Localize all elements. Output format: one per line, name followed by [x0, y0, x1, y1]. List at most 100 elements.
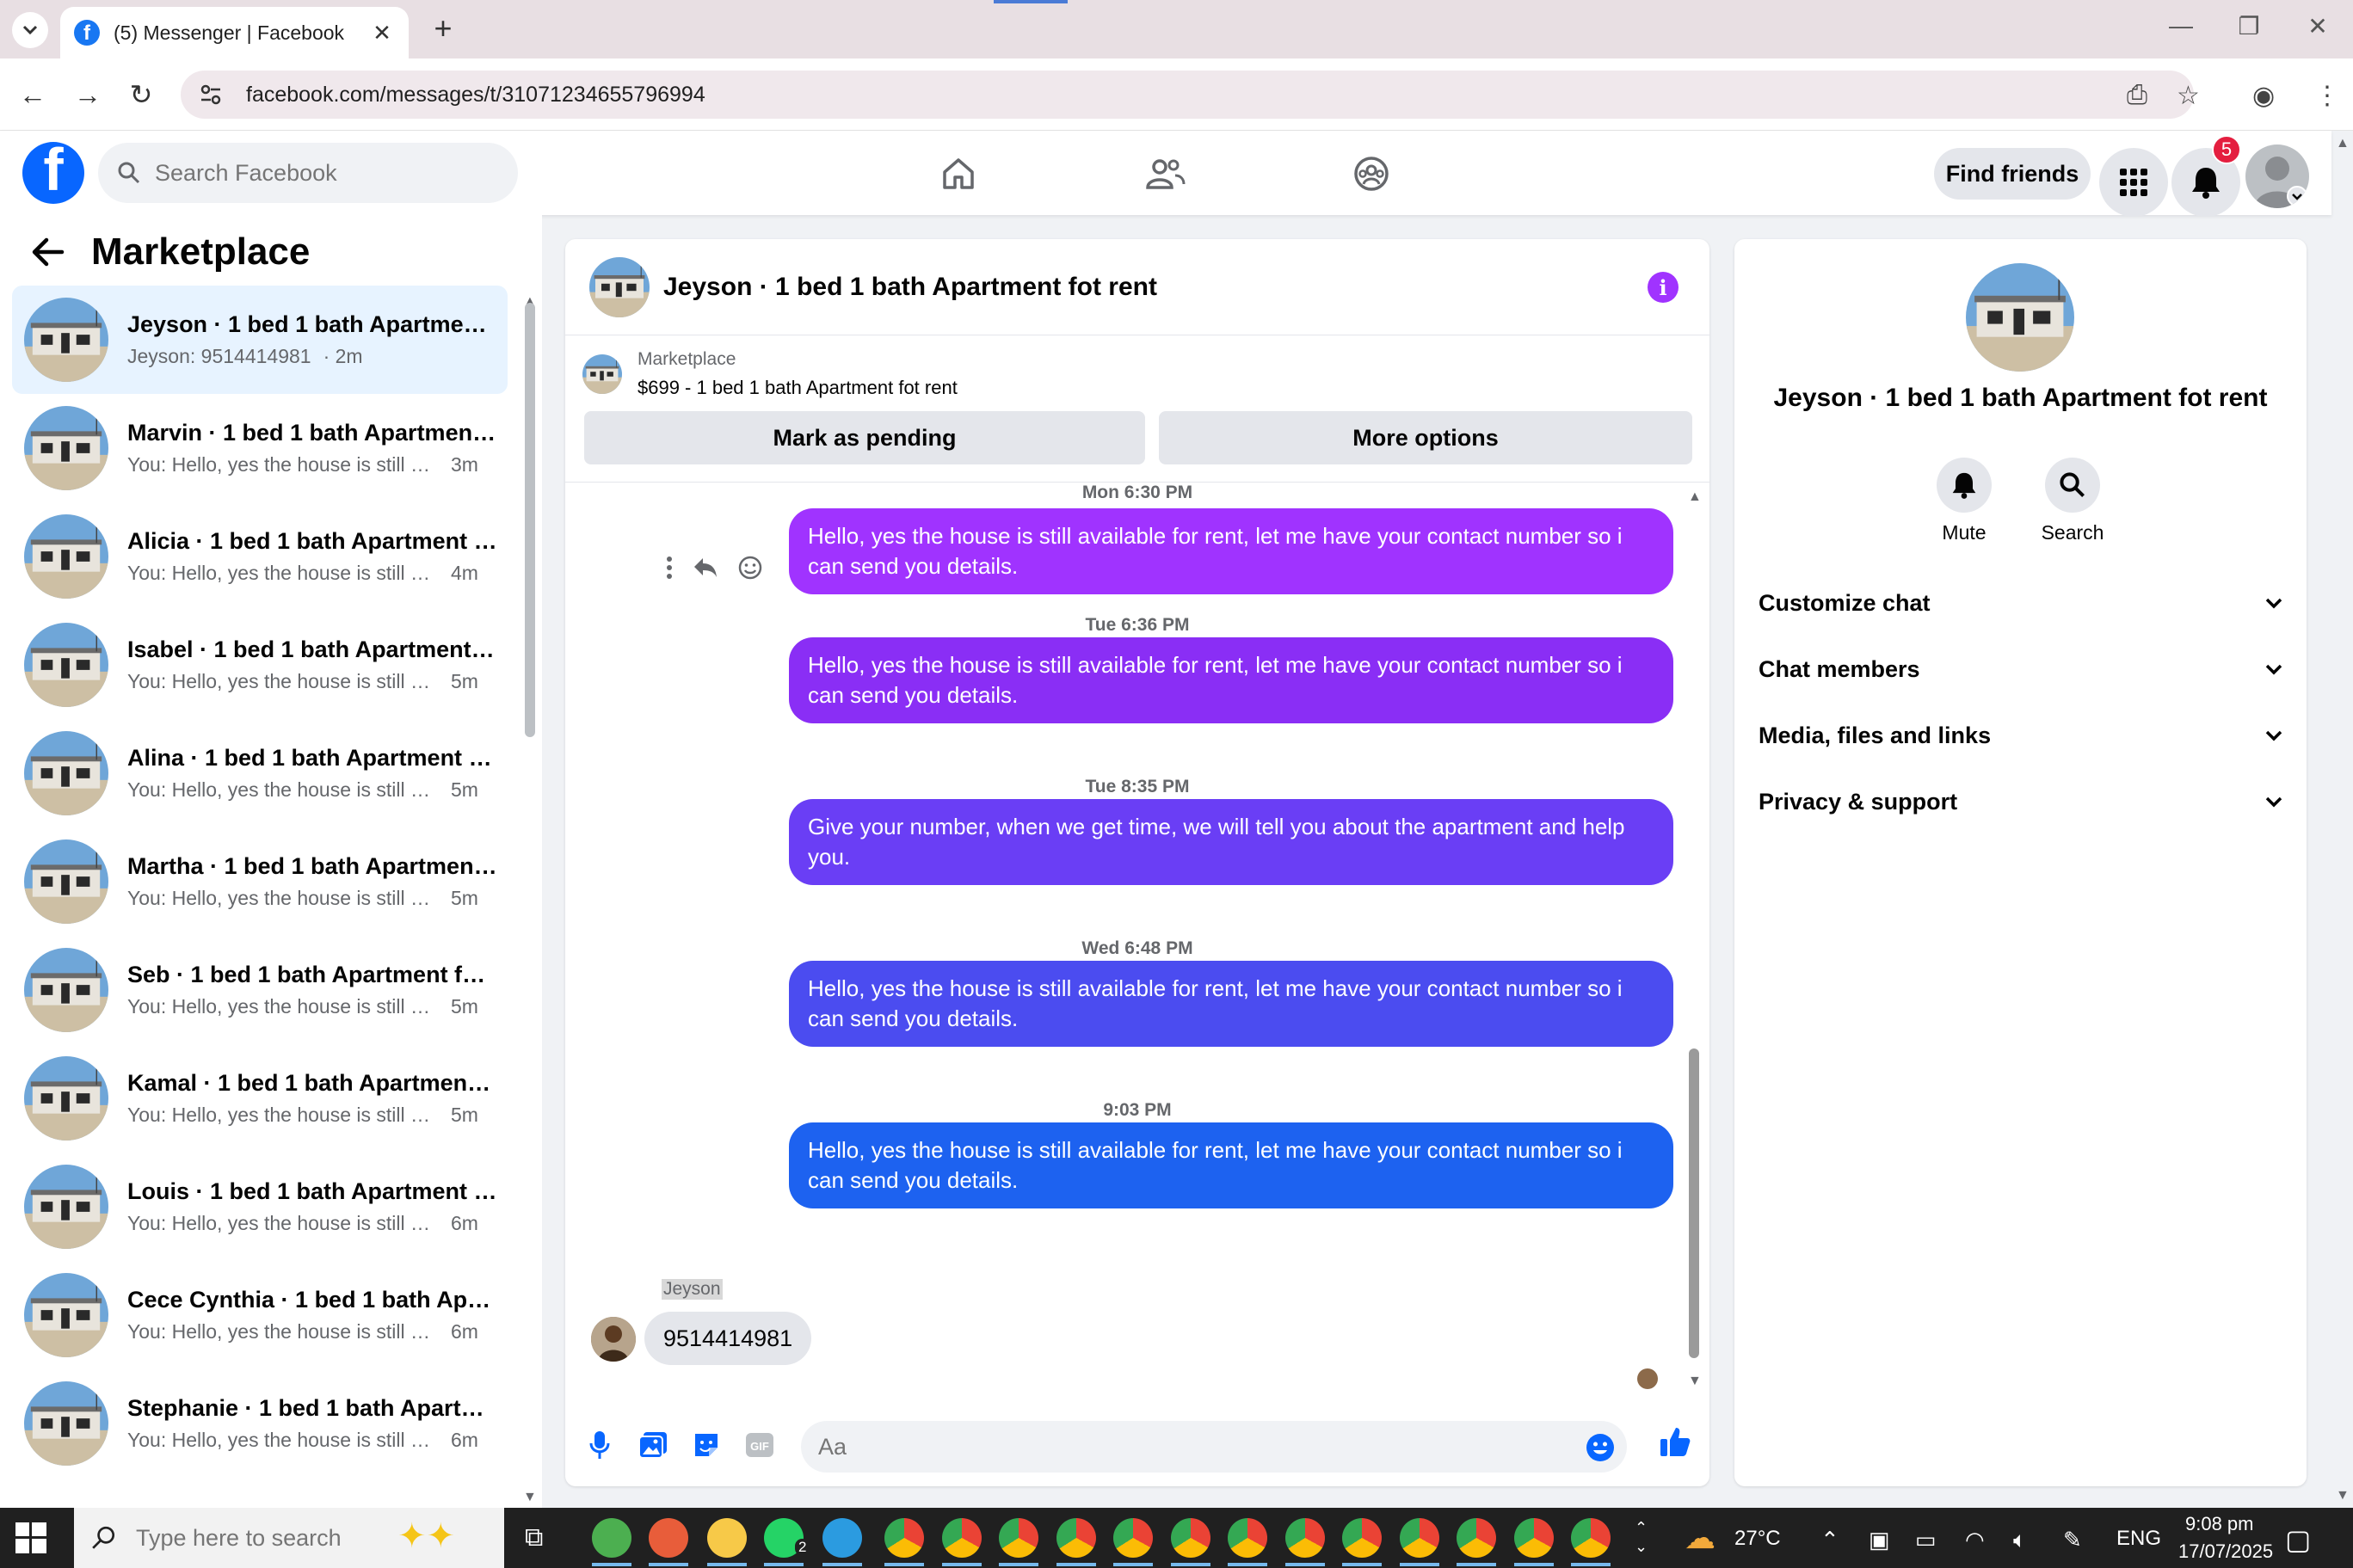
chrome-profile-icon[interactable] [1113, 1518, 1153, 1558]
groups-icon[interactable] [1347, 150, 1395, 198]
thread-scroll-down-icon[interactable]: ▼ [1688, 1374, 1702, 1389]
battery-icon[interactable]: ▭ [1915, 1527, 1937, 1553]
outgoing-message[interactable]: Hello, yes the house is still available … [789, 637, 1673, 723]
browser-menu-icon[interactable]: ⋮ [2314, 81, 2340, 111]
close-tab-icon[interactable]: ✕ [369, 20, 395, 46]
windows-start-icon[interactable] [15, 1522, 46, 1558]
notification-center-icon[interactable]: ▢ [2285, 1523, 2311, 1556]
incoming-message[interactable]: 9514414981 [644, 1312, 812, 1365]
conversation-item[interactable]: Alicia · 1 bed 1 bath Apartment fot rent… [12, 502, 508, 611]
clock-date[interactable]: 17/07/2025 [2178, 1540, 2273, 1563]
meet-now-icon[interactable]: ▣ [1869, 1527, 1890, 1553]
search-action[interactable]: Search [2025, 458, 2120, 544]
listing-banner[interactable]: Marketplace $699 - 1 bed 1 bath Apartmen… [582, 349, 958, 399]
bookmark-star-icon[interactable]: ☆ [2177, 81, 2200, 111]
forward-icon[interactable]: → [69, 76, 107, 114]
chrome-profile-icon[interactable] [1513, 1518, 1554, 1558]
outgoing-message[interactable]: Hello, yes the house is still available … [789, 961, 1673, 1047]
taskbar-overflow-icon[interactable]: ⌃ ⌄ [1635, 1518, 1648, 1556]
chrome-profile-icon[interactable] [941, 1518, 982, 1558]
taskbar-search-input[interactable] [136, 1524, 394, 1552]
photo-icon[interactable] [636, 1428, 670, 1462]
thread-scrollbar[interactable] [1689, 1048, 1699, 1358]
like-thumb-icon[interactable] [1658, 1424, 1692, 1459]
media-files-links-section[interactable]: Media, files and links [1759, 710, 2283, 761]
wifi-icon[interactable]: ◠ [1965, 1527, 1985, 1553]
chat-title[interactable]: Jeyson · 1 bed 1 bath Apartment fot rent [663, 273, 1157, 302]
file-explorer-icon[interactable] [707, 1518, 747, 1558]
conversation-item[interactable]: Marvin · 1 bed 1 bath Apartment fot rent… [12, 394, 508, 502]
weather-temperature[interactable]: 27°C [1734, 1527, 1781, 1551]
conversation-item[interactable]: Cece Cynthia · 1 bed 1 bath Apartment fo… [12, 1261, 508, 1369]
outgoing-message[interactable]: Hello, yes the house is still available … [789, 1122, 1673, 1208]
chat-avatar[interactable] [589, 256, 650, 317]
chrome-profile-icon[interactable] [1399, 1518, 1439, 1558]
page-scroll-up-icon[interactable]: ▲ [2336, 136, 2350, 151]
conversation-item[interactable]: Kamal · 1 bed 1 bath Apartment fot rent Y… [12, 1044, 508, 1153]
outgoing-message[interactable]: Give your number, when we get time, we w… [789, 799, 1673, 885]
mark-as-pending-button[interactable]: Mark as pending [584, 411, 1145, 464]
conversation-item[interactable]: Martha · 1 bed 1 bath Apartment fot rent… [12, 827, 508, 936]
info-avatar[interactable] [1966, 263, 2074, 372]
pinned-app-icon[interactable] [649, 1518, 688, 1558]
new-tab-button[interactable]: + [426, 10, 460, 46]
sidebar-scrollbar[interactable] [525, 303, 535, 737]
scroll-down-icon[interactable]: ▼ [523, 1490, 537, 1505]
message-input[interactable] [818, 1433, 1558, 1460]
friends-icon[interactable] [1141, 150, 1189, 198]
account-avatar[interactable] [2245, 145, 2309, 208]
mute-action[interactable]: Mute [1917, 458, 2011, 544]
chrome-app-icon[interactable] [592, 1518, 631, 1558]
browser-tab[interactable]: f (5) Messenger | Facebook ✕ [60, 7, 409, 58]
more-vertical-icon[interactable] [665, 556, 674, 580]
facebook-logo-icon[interactable]: f [22, 142, 84, 204]
conversation-item[interactable]: Seb · 1 bed 1 bath Apartment fot rent You… [12, 936, 508, 1044]
chrome-profile-icon[interactable] [1228, 1518, 1267, 1558]
back-icon[interactable]: ← [14, 76, 52, 114]
tab-search-button[interactable] [12, 12, 48, 48]
address-bar[interactable]: facebook.com/messages/t/3107123465579699… [181, 71, 2194, 119]
conversation-item[interactable]: Jeyson · 1 bed 1 bath Apartment fot rent… [12, 286, 508, 394]
conversation-item[interactable]: Alina · 1 bed 1 bath Apartment fot rent Y… [12, 719, 508, 827]
microphone-icon[interactable] [582, 1428, 617, 1462]
back-arrow-icon[interactable] [31, 237, 65, 267]
facebook-search[interactable] [98, 143, 518, 203]
gif-icon[interactable]: GIF [742, 1428, 777, 1462]
info-icon[interactable]: i [1648, 272, 1679, 303]
task-view-icon[interactable]: ⧉ [525, 1523, 543, 1553]
privacy-support-section[interactable]: Privacy & support [1759, 776, 2283, 827]
show-hidden-icons[interactable]: ⌃ [1820, 1527, 1839, 1553]
pen-icon[interactable]: ✎ [2063, 1527, 2082, 1553]
customize-chat-section[interactable]: Customize chat [1759, 577, 2283, 629]
chrome-profile-icon[interactable] [1056, 1518, 1096, 1558]
message-field[interactable] [801, 1421, 1627, 1473]
reply-icon[interactable] [693, 556, 718, 579]
chat-members-section[interactable]: Chat members [1759, 643, 2283, 695]
restore-icon[interactable]: ❐ [2232, 12, 2266, 40]
conversation-item[interactable]: Louis · 1 bed 1 bath Apartment fot rent Y… [12, 1153, 508, 1261]
home-icon[interactable] [934, 150, 982, 198]
chrome-profile-icon[interactable] [999, 1518, 1038, 1558]
profile-icon[interactable]: ◉ [2252, 81, 2275, 111]
conversation-item[interactable]: Isabel · 1 bed 1 bath Apartment fot rent… [12, 611, 508, 719]
clock-time[interactable]: 9:08 pm [2185, 1513, 2254, 1535]
volume-icon[interactable]: 🔈︎ [2013, 1527, 2027, 1554]
outgoing-message[interactable]: Hello, yes the house is still available … [789, 508, 1673, 594]
install-app-icon[interactable]: ⎙ [2127, 81, 2147, 110]
language-indicator[interactable]: ENG [2116, 1527, 2161, 1551]
taskbar-search[interactable]: ✦✦ [74, 1508, 504, 1568]
sticker-icon[interactable] [689, 1428, 724, 1462]
menu-grid-icon[interactable] [2099, 148, 2168, 217]
close-window-icon[interactable]: ✕ [2301, 12, 2335, 40]
edge-icon[interactable] [822, 1518, 862, 1558]
chrome-profile-icon[interactable] [1342, 1518, 1382, 1558]
chrome-profile-icon[interactable] [1170, 1518, 1210, 1558]
minimize-icon[interactable]: — [2164, 12, 2198, 40]
site-info-icon[interactable] [198, 82, 224, 108]
chrome-profile-icon[interactable] [1284, 1518, 1325, 1558]
search-input[interactable] [155, 159, 499, 187]
more-options-button[interactable]: More options [1159, 411, 1692, 464]
chrome-profile-icon[interactable] [884, 1518, 924, 1558]
sender-avatar[interactable] [591, 1317, 636, 1362]
react-emoji-icon[interactable] [737, 555, 763, 581]
